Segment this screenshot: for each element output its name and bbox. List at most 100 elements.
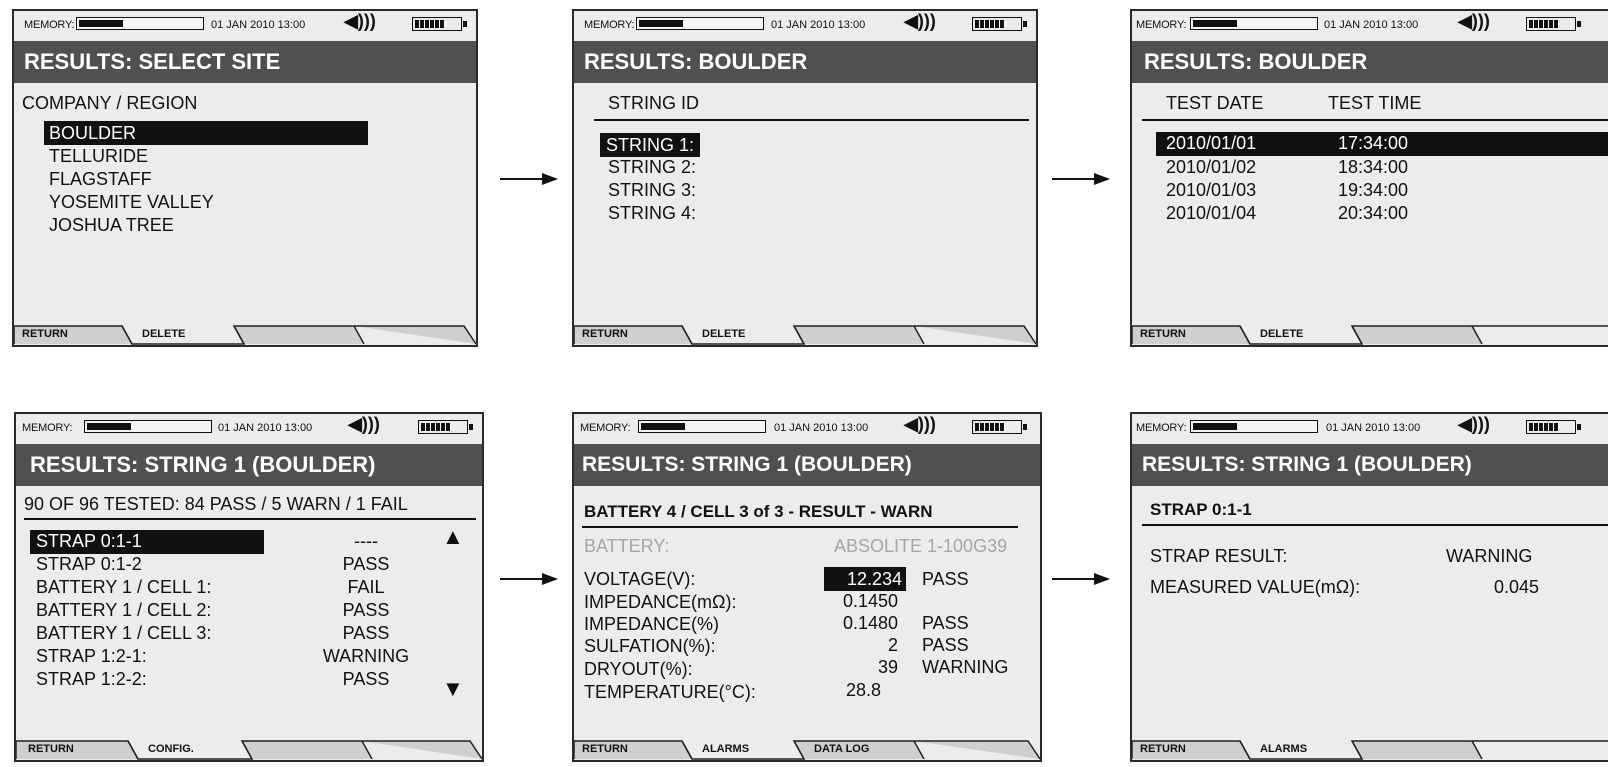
list-item[interactable]: STRING 3: xyxy=(608,180,696,201)
arrow-right-icon xyxy=(500,573,558,585)
arrow-right-icon xyxy=(1052,573,1110,585)
row-status: PASS xyxy=(342,623,390,643)
list-item[interactable]: STRING 4: xyxy=(608,203,696,224)
memory-gauge xyxy=(638,420,766,433)
page-title: RESULTS: BOULDER xyxy=(574,41,1036,83)
page-title: RESULTS: STRING 1 (BOULDER) xyxy=(16,444,482,486)
scroll-down-icon[interactable]: ▼ xyxy=(442,676,464,702)
metric-status: WARNING xyxy=(922,657,1009,677)
row-label[interactable]: STRAP 0:1-2 xyxy=(36,554,142,575)
row-status: PASS xyxy=(342,669,390,689)
metric-status: PASS xyxy=(922,613,969,633)
screen-select-site: MEMORY: 01 JAN 2010 13:00 ◀))) RESULTS: … xyxy=(12,9,478,347)
softkey-config[interactable]: CONFIG. xyxy=(148,743,194,755)
list-header: COMPANY / REGION xyxy=(22,93,198,113)
speaker-icon: ◀))) xyxy=(344,11,376,31)
softkey-bar: RETURN CONFIG. xyxy=(16,738,482,760)
column-header: STRING ID xyxy=(608,93,700,113)
speaker-icon: ◀))) xyxy=(904,11,936,31)
row-label: STRAP 0:1-1 xyxy=(36,531,142,551)
divider xyxy=(1142,119,1608,121)
battery-model: ABSOLITE 1-100G39 xyxy=(834,536,1008,556)
memory-label: MEMORY: xyxy=(1136,19,1187,31)
datetime: 01 JAN 2010 13:00 xyxy=(211,19,306,31)
metric-value: 0.1450 xyxy=(842,591,898,611)
memory-gauge xyxy=(1190,420,1318,433)
softkey-bar: RETURN DELETE xyxy=(574,323,1036,345)
datetime: 01 JAN 2010 13:00 xyxy=(218,422,313,434)
datetime: 01 JAN 2010 13:00 xyxy=(1326,422,1421,434)
measured-value: 0.045 xyxy=(1494,577,1540,597)
row-status: PASS xyxy=(342,600,390,620)
page-title: RESULTS: STRING 1 (BOULDER) xyxy=(1132,444,1608,486)
row-date[interactable]: 2010/01/02 xyxy=(1166,157,1256,178)
speaker-icon: ◀))) xyxy=(348,414,380,434)
scroll-up-icon[interactable]: ▲ xyxy=(442,524,464,550)
softkey-alarms[interactable]: ALARMS xyxy=(1260,743,1307,755)
row-date: 2010/01/01 xyxy=(1166,133,1257,153)
divider xyxy=(582,526,1018,528)
battery-icon xyxy=(418,420,473,434)
divider xyxy=(24,518,476,520)
list-item[interactable]: STRING 2: xyxy=(608,157,696,178)
row-label[interactable]: BATTERY 1 / CELL 3: xyxy=(36,623,211,644)
row-date[interactable]: 2010/01/03 xyxy=(1166,180,1256,201)
list-item[interactable]: JOSHUA TREE xyxy=(49,215,174,236)
memory-label: MEMORY: xyxy=(22,422,73,434)
softkey-delete[interactable]: DELETE xyxy=(142,328,185,340)
row-label[interactable]: BATTERY 1 / CELL 2: xyxy=(36,600,211,621)
row-status: ---- xyxy=(354,531,378,551)
row-label[interactable]: STRAP 1:2-1: xyxy=(36,646,147,667)
datetime: 01 JAN 2010 13:00 xyxy=(1324,19,1419,31)
softkey-return[interactable]: RETURN xyxy=(582,743,628,755)
list-item-selected[interactable]: STRING 1: xyxy=(600,133,701,157)
list-item[interactable]: YOSEMITE VALLEY xyxy=(49,192,214,213)
metric-label: IMPEDANCE(%) xyxy=(584,614,720,634)
metric-value: 28.8 xyxy=(846,680,882,700)
memory-label: MEMORY: xyxy=(584,19,635,31)
softkey-data-log[interactable]: DATA LOG xyxy=(814,743,869,755)
battery-icon xyxy=(412,17,467,31)
row-date[interactable]: 2010/01/04 xyxy=(1166,203,1256,224)
softkey-delete[interactable]: DELETE xyxy=(702,328,745,340)
row-label[interactable]: STRAP 1:2-2: xyxy=(36,669,147,690)
metric-label: VOLTAGE(V): xyxy=(584,569,696,589)
list-item[interactable]: FLAGSTAFF xyxy=(49,169,152,190)
memory-gauge xyxy=(1190,17,1318,30)
strap-result-label: STRAP RESULT: xyxy=(1150,546,1288,566)
metric-label: TEMPERATURE(°C): xyxy=(584,682,756,702)
test-summary: 90 OF 96 TESTED: 84 PASS / 5 WARN / 1 FA… xyxy=(24,494,408,514)
speaker-icon: ◀))) xyxy=(1458,414,1490,434)
softkey-return[interactable]: RETURN xyxy=(28,743,74,755)
softkey-return[interactable]: RETURN xyxy=(1140,328,1186,340)
memory-label: MEMORY: xyxy=(24,19,75,31)
datetime: 01 JAN 2010 13:00 xyxy=(771,19,866,31)
status-bar: MEMORY: 01 JAN 2010 13:00 ◀))) xyxy=(574,414,1040,444)
metric-value: 39 xyxy=(877,657,898,677)
divider xyxy=(594,119,1029,121)
softkey-return[interactable]: RETURN xyxy=(582,328,628,340)
page-title: RESULTS: BOULDER xyxy=(1132,41,1608,83)
list-item-selected[interactable]: BOULDER xyxy=(44,121,368,145)
softkey-delete[interactable]: DELETE xyxy=(1260,328,1303,340)
battery-icon xyxy=(1526,420,1581,434)
metric-value-selected[interactable]: 12.234 xyxy=(824,567,906,591)
row-time: 17:34:00 xyxy=(1338,133,1409,153)
status-bar: MEMORY: 01 JAN 2010 13:00 ◀))) xyxy=(1132,11,1608,41)
row-time: 20:34:00 xyxy=(1338,203,1409,223)
page-title: RESULTS: SELECT SITE xyxy=(14,41,476,83)
softkey-alarms[interactable]: ALARMS xyxy=(702,743,749,755)
battery-icon xyxy=(972,420,1027,434)
status-bar: MEMORY: 01 JAN 2010 13:00 ◀))) xyxy=(1132,414,1608,444)
datetime: 01 JAN 2010 13:00 xyxy=(774,422,869,434)
list-item[interactable]: TELLURIDE xyxy=(49,146,148,167)
column-header-time: TEST TIME xyxy=(1328,93,1422,113)
strap-result-value: WARNING xyxy=(1446,546,1533,566)
softkey-return[interactable]: RETURN xyxy=(1140,743,1186,755)
screen-string-id: MEMORY: 01 JAN 2010 13:00 ◀))) RESULTS: … xyxy=(572,9,1038,347)
memory-label: MEMORY: xyxy=(580,422,631,434)
speaker-icon: ◀))) xyxy=(1458,11,1490,31)
softkey-return[interactable]: RETURN xyxy=(22,328,68,340)
row-label[interactable]: BATTERY 1 / CELL 1: xyxy=(36,577,211,598)
battery-icon xyxy=(1526,17,1581,31)
